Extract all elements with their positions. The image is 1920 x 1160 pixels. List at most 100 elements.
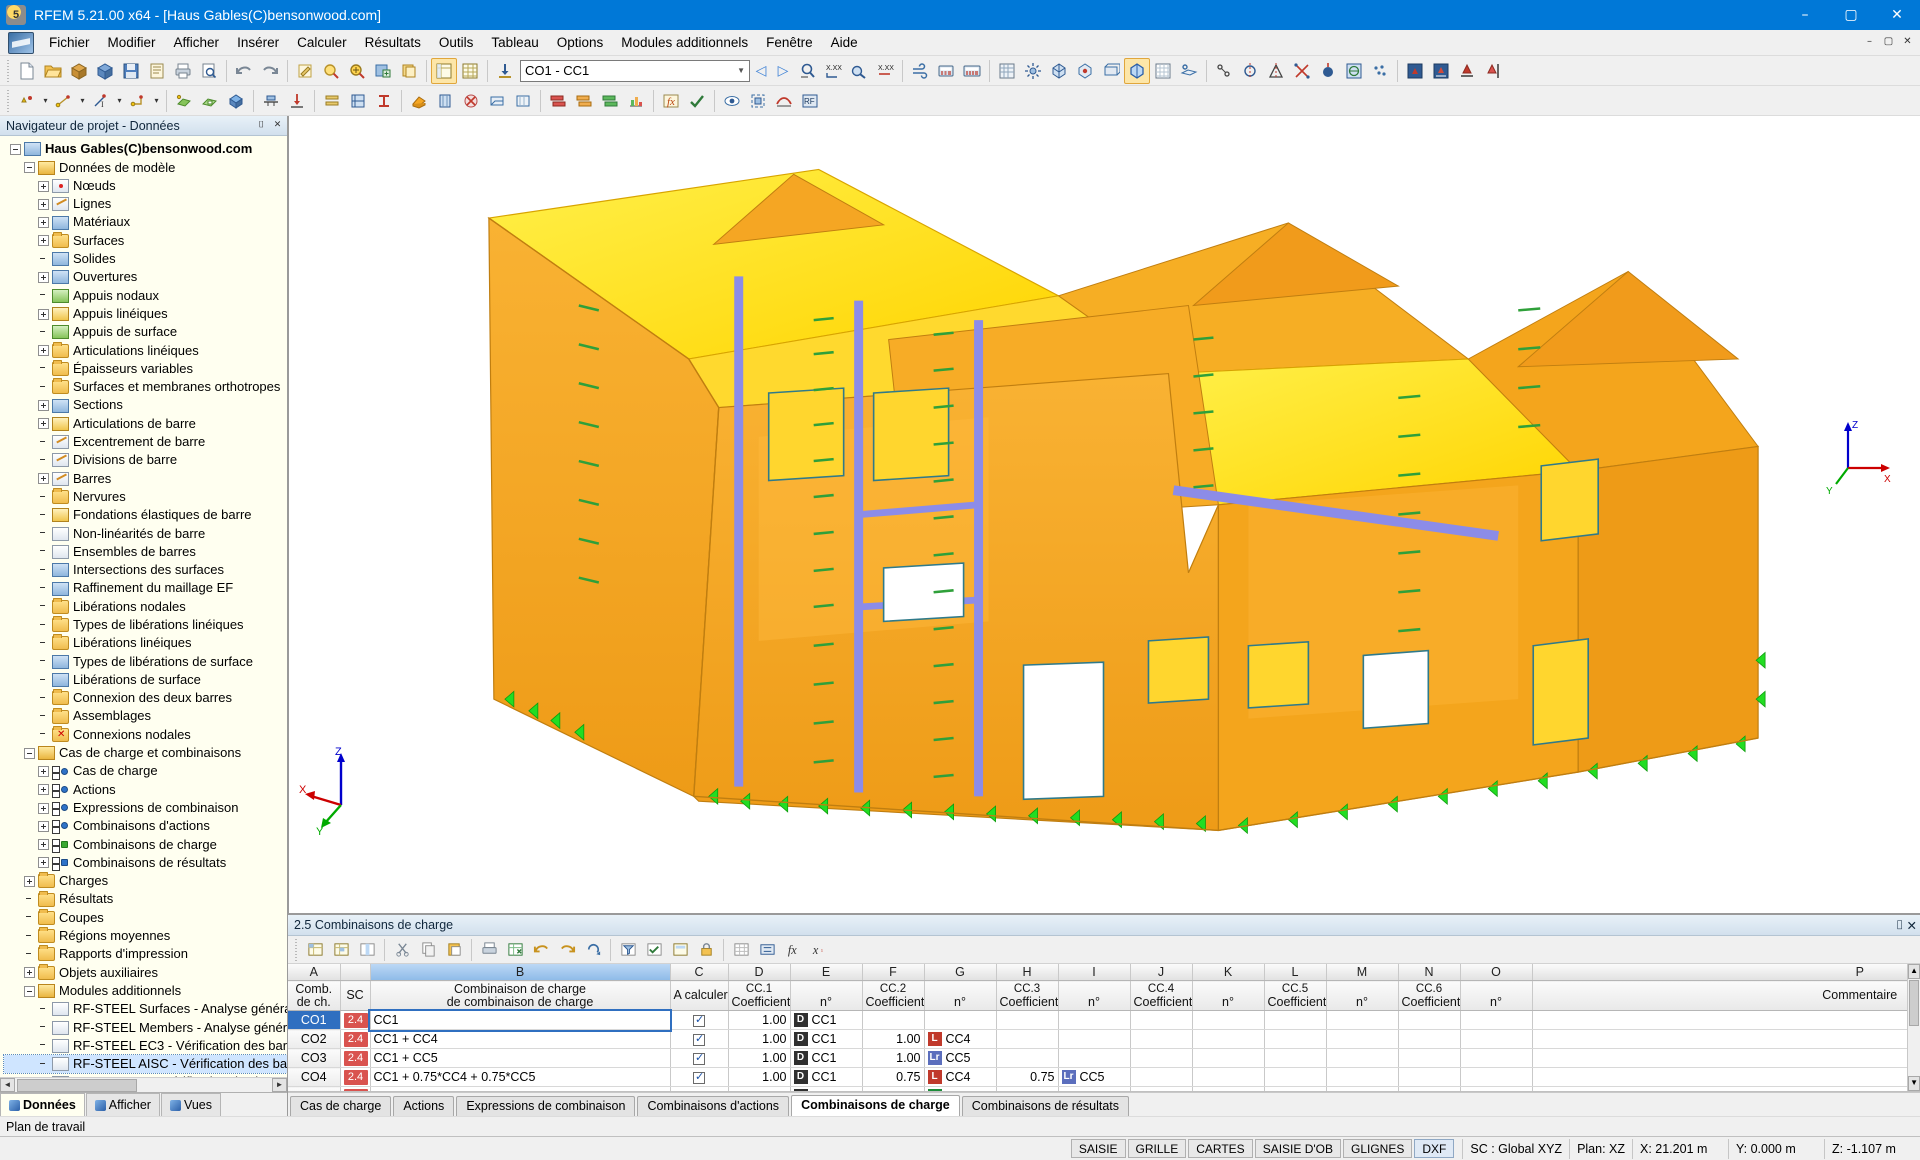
col-letter-n[interactable]: N: [1398, 964, 1460, 981]
col-letter-c[interactable]: C: [670, 964, 728, 981]
row-id-cell[interactable]: CO4: [288, 1068, 340, 1087]
row-formula-cell[interactable]: CC1 + CC5: [370, 1049, 670, 1068]
copy-view-icon[interactable]: [396, 58, 422, 84]
row-sc-cell[interactable]: 2.4: [340, 1030, 370, 1049]
load-case-cell-3[interactable]: LrCC5: [1058, 1068, 1130, 1087]
tree-expander-icon[interactable]: [38, 181, 49, 192]
coefficient-cell-5[interactable]: [1264, 1068, 1326, 1087]
calculate-checkbox[interactable]: [693, 1034, 705, 1046]
menu-item-modifier[interactable]: Modifier: [99, 32, 165, 53]
save-all-icon[interactable]: [144, 58, 170, 84]
tree-expander-icon[interactable]: [38, 418, 49, 429]
col-letter-m[interactable]: M: [1326, 964, 1398, 981]
tree-expander-icon[interactable]: [38, 309, 49, 320]
model-section-icon[interactable]: [510, 88, 536, 114]
tree-item--paisseurs-variables[interactable]: Épaisseurs variables: [4, 360, 287, 378]
load-case-cell-6[interactable]: [1460, 1049, 1532, 1068]
new-dimension-dropdown-icon[interactable]: ▾: [114, 88, 125, 114]
table-row[interactable]: CO52.4CC1 + 0.6*CC61.00DCC10.60WCC6: [288, 1087, 1907, 1092]
tree-item-haus-gables-c-bensonwood-com[interactable]: Haus Gables(C)bensonwood.com: [4, 140, 287, 158]
menu-item-fichier[interactable]: Fichier: [40, 32, 99, 53]
row-calculate-checkbox-cell[interactable]: [670, 1068, 728, 1087]
tree-item-articulations-de-barre[interactable]: Articulations de barre: [4, 415, 287, 433]
coefficient-cell-3[interactable]: [996, 1087, 1058, 1092]
table-redo-icon[interactable]: [554, 937, 580, 963]
load-case-cell-1[interactable]: DCC1: [790, 1049, 862, 1068]
load-case-cell-6[interactable]: [1460, 1030, 1532, 1049]
header-combinaison[interactable]: Combinaison de chargede combinaison de c…: [370, 981, 670, 1011]
load-case-cell-3[interactable]: [1058, 1030, 1130, 1049]
coefficient-cell-3[interactable]: 0.75: [996, 1068, 1058, 1087]
col-letter-h[interactable]: H: [996, 964, 1058, 981]
tree-expander-icon[interactable]: [24, 986, 35, 997]
visibility-icon[interactable]: [719, 88, 745, 114]
load-case-cell-2[interactable]: [924, 1011, 996, 1030]
tree-item-sections[interactable]: Sections: [4, 396, 287, 414]
row-sc-cell[interactable]: 2.4: [340, 1068, 370, 1087]
header-sc[interactable]: SC: [340, 981, 370, 1011]
rf-module-icon[interactable]: RF: [797, 88, 823, 114]
new-line-icon[interactable]: [51, 88, 77, 114]
new-opening-icon[interactable]: [197, 88, 223, 114]
tree-expander-icon[interactable]: [10, 144, 21, 155]
tree-item-rapports-d-impression[interactable]: Rapports d'impression: [4, 945, 287, 963]
tree-item-donn-es-de-mod-le[interactable]: Données de modèle: [4, 159, 287, 177]
edit-model-icon[interactable]: [292, 58, 318, 84]
navigator-close-icon[interactable]: ✕: [271, 119, 284, 132]
header-comb-de-ch[interactable]: Comb.de ch.: [288, 981, 340, 1011]
view-3d-icon[interactable]: [1046, 58, 1072, 84]
tree-expander-icon[interactable]: [38, 839, 49, 850]
load-case-cell-2[interactable]: WCC6: [924, 1087, 996, 1092]
model-cut-icon[interactable]: [484, 88, 510, 114]
tree-expander-icon[interactable]: [38, 400, 49, 411]
table-vertical-scrollbar[interactable]: ▲ ▼: [1907, 964, 1920, 1091]
tree-expander-icon[interactable]: [38, 345, 49, 356]
row-id-cell[interactable]: CO2: [288, 1030, 340, 1049]
table-paste-icon[interactable]: [441, 937, 467, 963]
coefficient-cell-3[interactable]: [996, 1011, 1058, 1030]
tree-item-lib-rations-nodales[interactable]: Libérations nodales: [4, 598, 287, 616]
coefficient-cell-3[interactable]: [996, 1049, 1058, 1068]
load-case-cell-2[interactable]: LCC4: [924, 1030, 996, 1049]
load-case-cell-4[interactable]: [1192, 1030, 1264, 1049]
tree-item-articulations-lin-iques[interactable]: Articulations linéiques: [4, 342, 287, 360]
table-grid-icon[interactable]: [457, 58, 483, 84]
table-pin-icon[interactable]: ⌷: [1896, 918, 1904, 933]
load-case-cell-5[interactable]: [1326, 1087, 1398, 1092]
table-toolbar-grip[interactable]: [293, 939, 299, 961]
load-case-cell-6[interactable]: [1460, 1068, 1532, 1087]
scroll-left-icon[interactable]: ◄: [0, 1078, 15, 1092]
header-coef-4[interactable]: CC.4Coefficient: [1130, 981, 1192, 1011]
open-file-icon[interactable]: [40, 58, 66, 84]
tree-item-divisions-de-barre[interactable]: Divisions de barre: [4, 451, 287, 469]
calculate-checkbox[interactable]: [693, 1015, 705, 1027]
row-sc-cell[interactable]: 2.4: [340, 1049, 370, 1068]
tree-item-rf-steel-ec3-v-rification-des-barres-sel[interactable]: RF-STEEL EC3 - Vérification des barres s…: [4, 1037, 287, 1055]
load-case-cell-6[interactable]: [1460, 1087, 1532, 1092]
model-blue-icon[interactable]: [432, 88, 458, 114]
intersect-icon[interactable]: [1289, 58, 1315, 84]
tree-item-non-lin-arit-s-de-barre[interactable]: Non-linéarités de barre: [4, 525, 287, 543]
table-export-excel-icon[interactable]: [502, 937, 528, 963]
table-cut-icon[interactable]: [389, 937, 415, 963]
menu-item-ins-rer[interactable]: Insérer: [228, 32, 288, 53]
deformation-icon[interactable]: [771, 88, 797, 114]
tree-item-types-de-lib-rations-lin-iques[interactable]: Types de libérations linéiques: [4, 616, 287, 634]
tree-item-objets-auxiliaires[interactable]: Objets auxiliaires: [4, 964, 287, 982]
zoom-all-icon[interactable]: [344, 58, 370, 84]
new-material-icon[interactable]: [345, 88, 371, 114]
menu-item-calculer[interactable]: Calculer: [288, 32, 356, 53]
tree-item-combinaisons-de-charge[interactable]: Combinaisons de charge: [4, 836, 287, 854]
coefficient-cell-5[interactable]: [1264, 1030, 1326, 1049]
load-case-cell-1[interactable]: DCC1: [790, 1030, 862, 1049]
table-lock-icon[interactable]: [693, 937, 719, 963]
col-letter-p[interactable]: P: [1532, 964, 1907, 981]
tree-expander-icon[interactable]: [24, 876, 35, 887]
menu-item-options[interactable]: Options: [548, 32, 613, 53]
row-comment-cell[interactable]: [1532, 1068, 1907, 1087]
coefficient-cell-2[interactable]: 1.00: [862, 1030, 924, 1049]
status-toggle-glignes[interactable]: GLIGNES: [1343, 1139, 1412, 1158]
tree-expander-icon[interactable]: [38, 766, 49, 777]
load-case-cell-4[interactable]: [1192, 1049, 1264, 1068]
mesh-display-icon[interactable]: [994, 58, 1020, 84]
